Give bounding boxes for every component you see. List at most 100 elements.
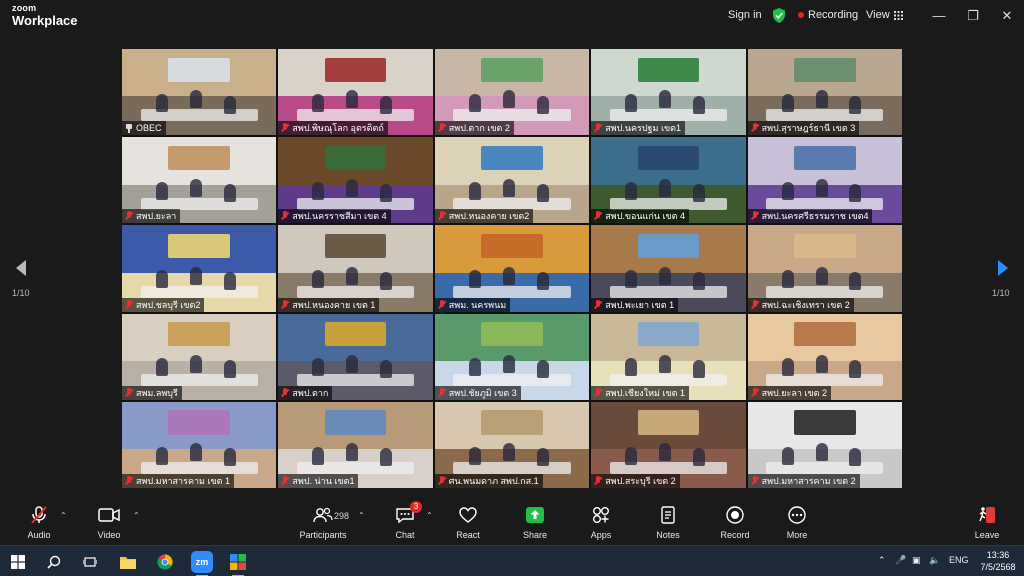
recording-indicator[interactable]: Recording: [798, 9, 858, 21]
video-tile[interactable]: สพป.ยะลา เขต 2: [747, 313, 902, 400]
participant-figure: [189, 178, 202, 197]
page-indicator-right: 1/10: [992, 288, 1010, 298]
video-tile[interactable]: สพป.หนองคาย เขต2: [434, 137, 590, 224]
video-tile[interactable]: สพป.สระบุรี เขต 2: [591, 401, 746, 488]
participant-figure: [346, 266, 359, 285]
participants-button[interactable]: Participants: [288, 503, 358, 545]
next-page-icon[interactable]: [990, 256, 1014, 280]
tray-network-icon[interactable]: ▣: [912, 555, 921, 566]
tray-language[interactable]: ENG: [949, 555, 969, 565]
participant-name-tag: สพป.มหาสารคาม เขต 1: [122, 473, 235, 488]
store-app-icon[interactable]: [226, 550, 250, 576]
participant-figure: [468, 358, 481, 377]
video-tile[interactable]: สพป.เชียงใหม่ เขต 1: [591, 313, 746, 400]
leave-button[interactable]: Leave: [952, 503, 1022, 545]
video-tile[interactable]: สพป.มหาสารคาม เขต 2: [747, 401, 902, 488]
zoom-app-label: zm: [191, 551, 213, 573]
video-tile[interactable]: ศน.พนมดาภ สพป.กส.1: [434, 401, 590, 488]
chat-button[interactable]: 3 Chat: [370, 501, 440, 545]
more-button[interactable]: More: [762, 503, 832, 545]
room-backdrop: [168, 322, 231, 347]
participant-name: สพป.นครราชสีมา เขต 4: [292, 211, 387, 222]
video-tile[interactable]: สพป.มหาสารคาม เขต 1: [122, 401, 277, 488]
video-tile[interactable]: OBEC: [122, 49, 277, 136]
recording-dot-icon: [798, 12, 804, 18]
meeting-toolbar: Audio ⌃ Video ⌃ Participants 298 ⌃ 3 Cha…: [0, 501, 1024, 545]
share-button[interactable]: Share: [500, 503, 570, 545]
participants-options-chevron-icon[interactable]: ⌃: [358, 511, 365, 520]
record-button[interactable]: Record: [700, 503, 770, 545]
brand-small: zoom: [12, 3, 37, 13]
room-backdrop: [481, 322, 543, 347]
previous-page-icon[interactable]: [10, 256, 34, 280]
leave-label: Leave: [974, 530, 1000, 540]
video-tile[interactable]: สพป.หนองคาย เขต 1: [278, 225, 433, 312]
react-button[interactable]: React: [433, 503, 503, 545]
video-tile[interactable]: สพป.พะเยา เขต 1: [591, 225, 746, 312]
participant-name-tag: สพป.นครปฐม เขต1: [591, 121, 686, 136]
muted-microphone-icon: [125, 387, 133, 398]
participant-figure: [189, 354, 202, 373]
participant-figure: [223, 95, 236, 114]
page-indicator-left: 1/10: [12, 288, 30, 298]
video-tile[interactable]: สพป.ยะลา: [122, 137, 277, 224]
participant-name: สพป.หนองคาย เขต2: [448, 211, 530, 222]
video-tile[interactable]: สพป.พิษณุโลก อุตรดิตถ์: [278, 49, 433, 136]
chat-options-chevron-icon[interactable]: ⌃: [426, 511, 433, 520]
share-label: Share: [522, 530, 548, 540]
video-tile[interactable]: สพป.สุราษฎร์ธานี เขต 3: [747, 49, 902, 136]
video-tile[interactable]: สพป.นครศรีธรรมราช เขต4: [747, 137, 902, 224]
task-view-icon[interactable]: [78, 550, 102, 574]
chrome-icon[interactable]: [153, 550, 177, 574]
shield-check-icon[interactable]: [772, 8, 786, 23]
video-tile[interactable]: สพป.ตาก เขต 2: [434, 49, 590, 136]
sign-in-link[interactable]: Sign in: [728, 9, 762, 21]
video-tile[interactable]: สพป.ฉะเชิงเทรา เขต 2: [747, 225, 902, 312]
participant-figure: [693, 183, 706, 202]
search-icon[interactable]: [42, 550, 66, 574]
muted-microphone-icon: [594, 299, 602, 310]
apps-icon: [593, 507, 609, 523]
room-backdrop: [168, 145, 231, 170]
muted-microphone-icon: [281, 299, 289, 310]
windows-start-icon[interactable]: [6, 550, 30, 574]
audio-button[interactable]: Audio: [4, 503, 74, 545]
tray-clock[interactable]: 13:36 7/5/2568: [976, 549, 1020, 573]
video-tile[interactable]: สพม.ลพบุรี: [122, 313, 277, 400]
participant-name: สพป.มหาสารคาม เขต 1: [136, 475, 231, 486]
video-tile[interactable]: สพป.ตาก: [278, 313, 433, 400]
room-backdrop: [481, 410, 543, 435]
minimize-button[interactable]: —: [930, 7, 948, 25]
participant-figure: [346, 443, 359, 462]
room-backdrop: [637, 322, 700, 347]
zoom-taskbar-icon[interactable]: zm: [190, 550, 214, 576]
tray-volume-icon[interactable]: 🔈: [929, 555, 940, 566]
video-tile[interactable]: สพป. น่าน เขต1: [278, 401, 433, 488]
video-button[interactable]: Video: [74, 503, 144, 545]
participant-figure: [312, 358, 325, 377]
video-tile[interactable]: สพป.ขอนแก่น เขต 4: [591, 137, 746, 224]
room-backdrop: [324, 145, 387, 170]
view-button[interactable]: View: [866, 9, 903, 21]
muted-microphone-icon: [281, 387, 289, 398]
file-explorer-icon[interactable]: [116, 550, 140, 574]
muted-microphone-icon: [281, 123, 289, 133]
apps-button[interactable]: Apps: [566, 503, 636, 545]
close-button[interactable]: ✕: [998, 7, 1016, 25]
video-options-chevron-icon[interactable]: ⌃: [133, 511, 140, 520]
video-tile[interactable]: สพป.ชัยภูมิ เขต 3: [434, 313, 590, 400]
video-tile[interactable]: สพม. นครพนม: [434, 225, 590, 312]
participant-figure: [536, 95, 549, 114]
restore-button[interactable]: ❐: [964, 7, 982, 25]
participant-name: สพป.สระบุรี เขต 2: [605, 475, 676, 486]
os-taskbar: zm ⌃ 🎤 ▣ 🔈 ENG 13:36 7/5/2568: [0, 545, 1024, 576]
audio-options-chevron-icon[interactable]: ⌃: [60, 511, 67, 520]
tray-chevron-icon[interactable]: ⌃: [878, 555, 886, 566]
notes-button[interactable]: Notes: [633, 503, 703, 545]
react-label: React: [456, 530, 480, 540]
video-tile[interactable]: สพป.นครปฐม เขต1: [591, 49, 746, 136]
tray-microphone-icon[interactable]: 🎤: [895, 555, 906, 566]
folder-icon: [120, 557, 136, 569]
video-tile[interactable]: สพป.นครราชสีมา เขต 4: [278, 137, 433, 224]
video-tile[interactable]: สพป.ชลบุรี เขต2: [122, 225, 277, 312]
